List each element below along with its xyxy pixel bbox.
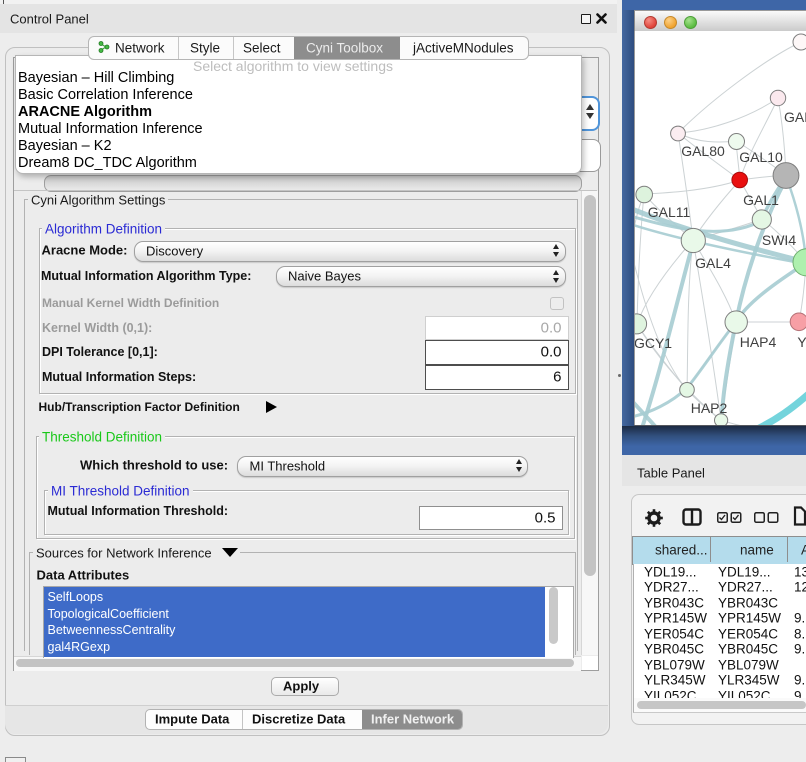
- svg-text:GAL1: GAL1: [743, 192, 779, 208]
- svg-text:GAL80: GAL80: [681, 143, 725, 159]
- svg-text:HAP2: HAP2: [691, 400, 728, 416]
- svg-text:GAL11: GAL11: [648, 204, 691, 220]
- svg-text:GAL: GAL: [784, 109, 806, 125]
- svg-text:GAL4: GAL4: [695, 255, 731, 271]
- svg-text:Y: Y: [797, 334, 806, 350]
- svg-text:GCY1: GCY1: [635, 335, 672, 351]
- svg-text:GAL10: GAL10: [739, 149, 783, 165]
- svg-text:SWI4: SWI4: [762, 232, 796, 248]
- svg-text:HAP4: HAP4: [740, 334, 777, 350]
